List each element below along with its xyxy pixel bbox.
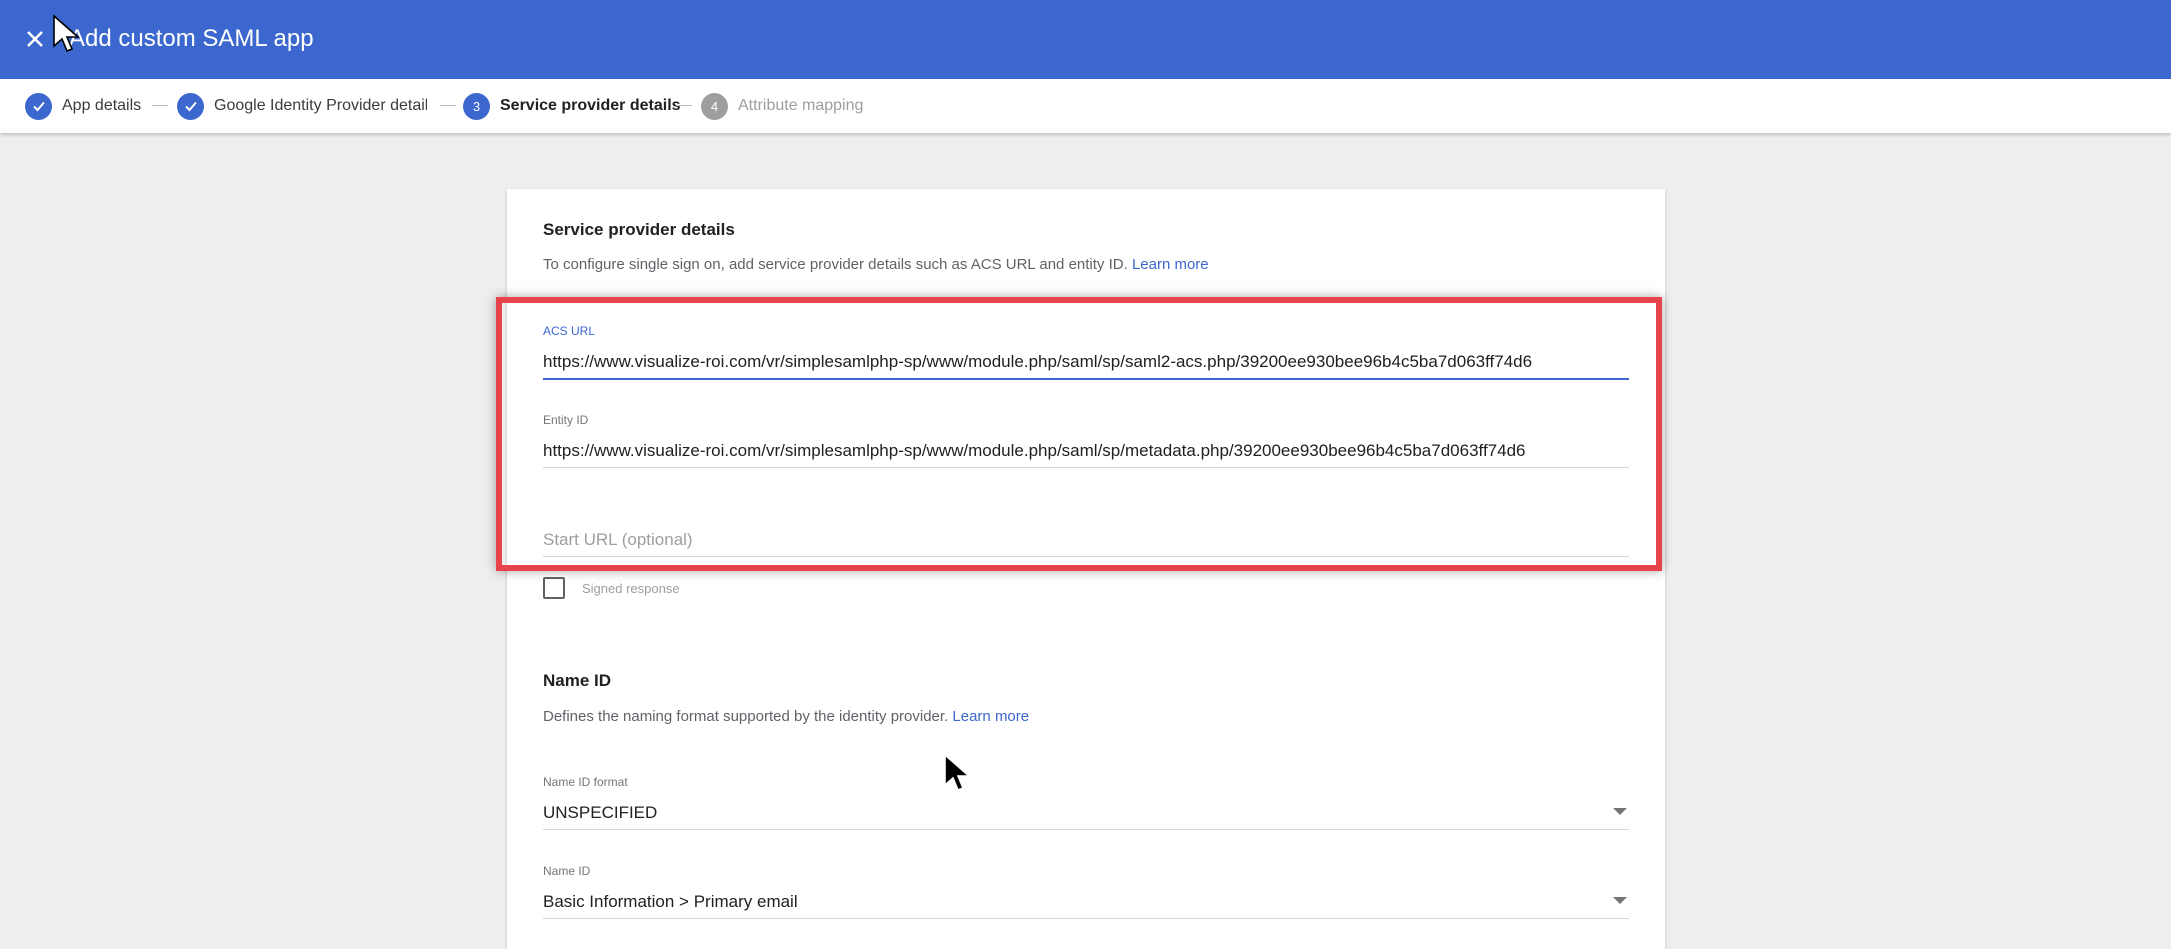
step-label: App details bbox=[62, 97, 142, 114]
description-text: To configure single sign on, add service… bbox=[543, 256, 1128, 273]
field-underline bbox=[543, 556, 1629, 557]
dropdown-arrow-icon bbox=[1613, 808, 1627, 815]
close-button[interactable] bbox=[18, 22, 52, 56]
acs-url-field: ACS URL https://www.visualize-roi.com/vr… bbox=[543, 324, 1629, 380]
entity-id-label: Entity ID bbox=[543, 413, 589, 427]
signed-response-checkbox[interactable] bbox=[543, 577, 565, 599]
start-url-label-spacer bbox=[543, 502, 1629, 518]
step-google-idp-details[interactable]: Google Identity Provider details bbox=[177, 92, 427, 120]
entity-id-field: Entity ID https://www.visualize-roi.com/… bbox=[543, 413, 1629, 468]
signed-response-label: Signed response bbox=[582, 580, 680, 596]
check-icon bbox=[25, 92, 52, 120]
page-title: Add custom SAML app bbox=[69, 25, 314, 52]
name-id-select[interactable]: Name ID Basic Information > Primary emai… bbox=[543, 864, 1629, 919]
section-description: To configure single sign on, add service… bbox=[543, 256, 1209, 273]
description-text: Defines the naming format supported by t… bbox=[543, 708, 949, 725]
step-divider bbox=[676, 105, 692, 106]
signed-response-row: Signed response bbox=[543, 577, 680, 599]
entity-id-input[interactable]: https://www.visualize-roi.com/vr/simples… bbox=[543, 439, 1629, 463]
acs-url-label: ACS URL bbox=[543, 324, 596, 338]
service-provider-card: Service provider details To configure si… bbox=[507, 189, 1665, 949]
name-id-description: Defines the naming format supported by t… bbox=[543, 708, 1029, 725]
step-attribute-mapping[interactable]: 4 Attribute mapping bbox=[701, 92, 863, 120]
section-title: Service provider details bbox=[543, 220, 735, 239]
start-url-field: Start URL (optional) bbox=[543, 502, 1629, 557]
acs-url-input[interactable]: https://www.visualize-roi.com/vr/simples… bbox=[543, 350, 1629, 374]
field-underline bbox=[543, 918, 1629, 919]
learn-more-link[interactable]: Learn more bbox=[952, 708, 1029, 725]
step-number: 4 bbox=[701, 92, 728, 120]
step-divider bbox=[152, 105, 168, 106]
field-underline bbox=[543, 378, 1629, 380]
name-id-title: Name ID bbox=[543, 671, 612, 690]
start-url-input[interactable]: Start URL (optional) bbox=[543, 528, 1629, 552]
step-label: Attribute mapping bbox=[738, 97, 864, 114]
name-id-value: Basic Information > Primary email bbox=[543, 892, 798, 911]
name-id-label: Name ID bbox=[543, 864, 591, 878]
step-divider bbox=[440, 105, 456, 106]
step-app-details[interactable]: App details bbox=[25, 92, 141, 120]
step-service-provider-details[interactable]: 3 Service provider details bbox=[463, 92, 681, 120]
step-label: Google Identity Provider details bbox=[214, 97, 427, 114]
app-bar: Add custom SAML app bbox=[0, 0, 2171, 79]
dropdown-arrow-icon bbox=[1613, 897, 1627, 904]
name-id-format-label: Name ID format bbox=[543, 775, 628, 789]
name-id-format-value: UNSPECIFIED bbox=[543, 803, 658, 822]
field-underline bbox=[543, 467, 1629, 468]
step-label: Service provider details bbox=[500, 97, 681, 114]
learn-more-link[interactable]: Learn more bbox=[1132, 256, 1209, 273]
step-number: 3 bbox=[463, 92, 490, 120]
field-underline bbox=[543, 829, 1629, 830]
check-icon bbox=[177, 92, 204, 120]
close-icon bbox=[27, 31, 43, 47]
stepper: App details Google Identity Provider det… bbox=[0, 79, 2171, 133]
name-id-format-select[interactable]: Name ID format UNSPECIFIED bbox=[543, 775, 1629, 830]
